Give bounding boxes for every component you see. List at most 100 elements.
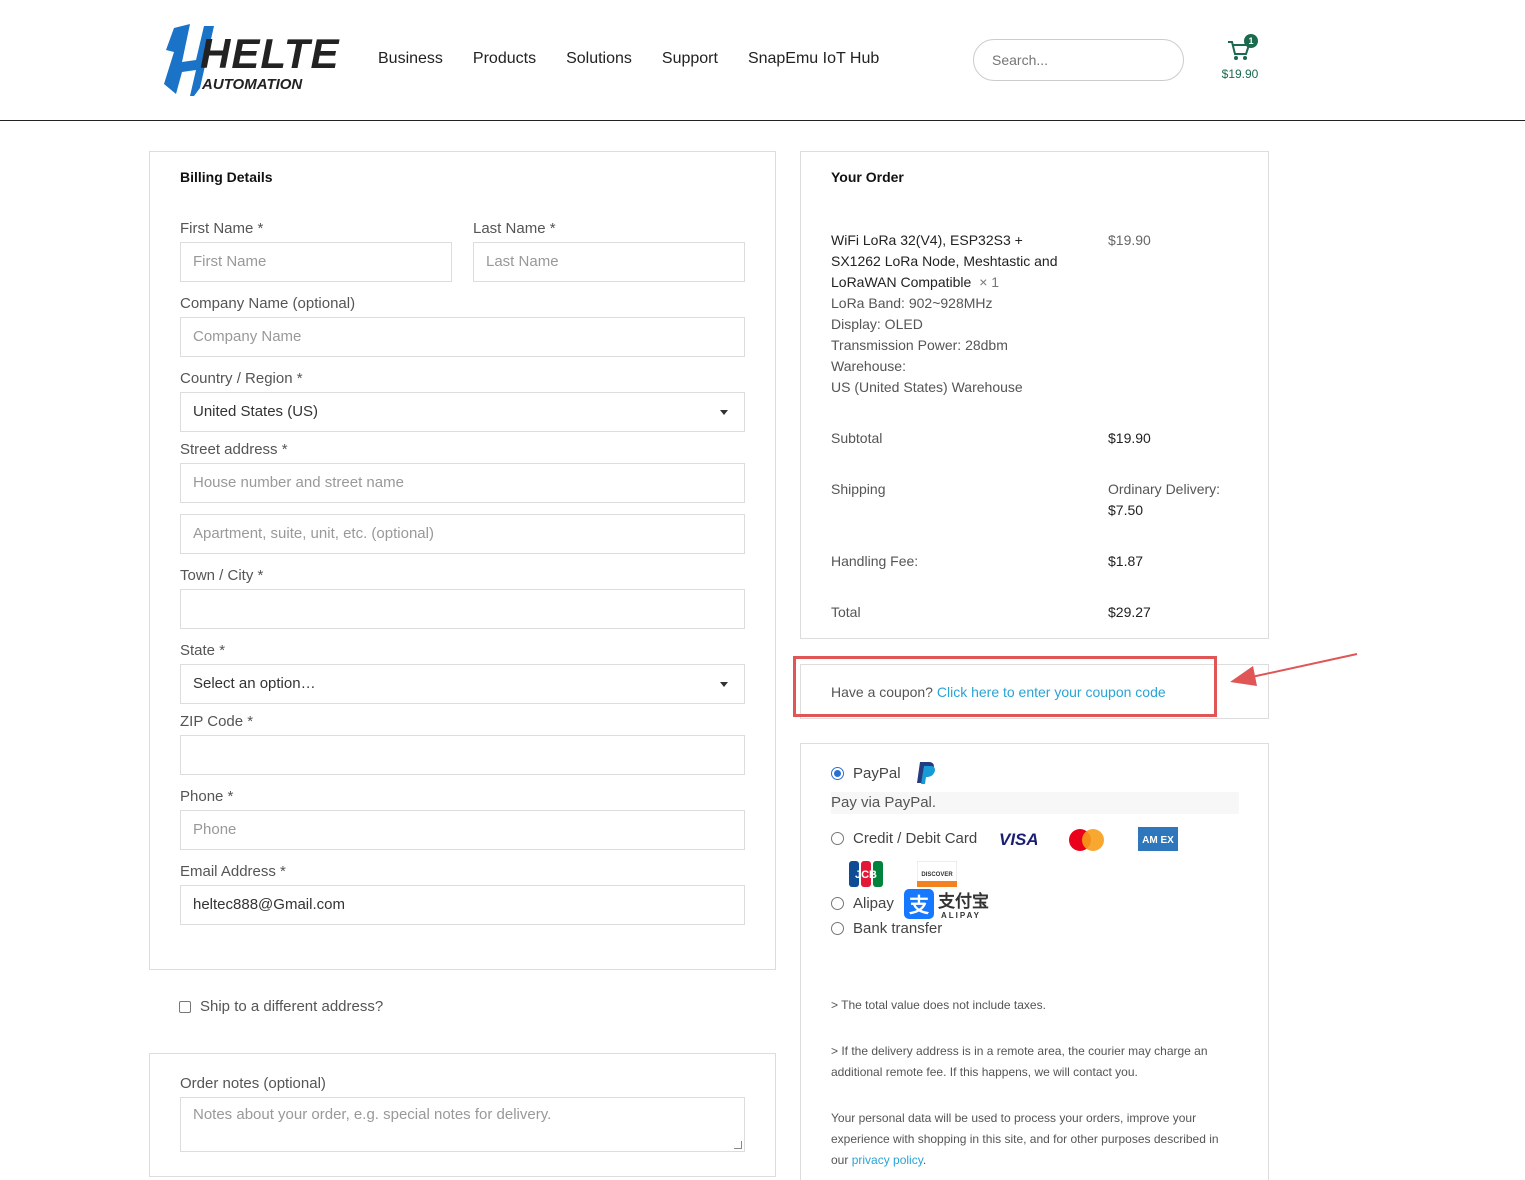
handling-fee-label: Handling Fee: bbox=[831, 553, 919, 569]
order-notes-panel: Order notes (optional) Notes about your … bbox=[149, 1053, 776, 1177]
discover-icon: DISCOVER bbox=[917, 861, 957, 887]
annotation-arrow-icon bbox=[1230, 653, 1358, 686]
product-price: $19.90 bbox=[1108, 232, 1151, 248]
handling-fee-value: $1.87 bbox=[1108, 553, 1144, 569]
logo-text-bottom: AUTOMATION bbox=[201, 76, 303, 93]
nav-business[interactable]: Business bbox=[378, 50, 443, 68]
nav-products[interactable]: Products bbox=[473, 50, 536, 68]
attr-warehouse-label: Warehouse: bbox=[831, 358, 906, 374]
nav-snapemu[interactable]: SnapEmu IoT Hub bbox=[748, 50, 879, 68]
amex-text: AM EX bbox=[1142, 835, 1174, 846]
radio-paypal[interactable] bbox=[831, 766, 844, 780]
state-value: Select an option… bbox=[193, 675, 316, 692]
subtotal-label: Subtotal bbox=[831, 430, 883, 446]
shipping-label: Shipping bbox=[831, 481, 886, 497]
attr-lora-band: LoRa Band: 902~928MHz bbox=[831, 295, 993, 311]
privacy-policy-link[interactable]: privacy policy bbox=[852, 1153, 923, 1167]
radio-bank-transfer[interactable] bbox=[831, 922, 844, 935]
shipping-value: $7.50 bbox=[1108, 502, 1144, 518]
total-value: $29.27 bbox=[1108, 604, 1151, 620]
first-name-field[interactable]: First Name bbox=[180, 242, 452, 282]
jcb-icon: JCB bbox=[849, 861, 883, 887]
payment-option-alipay[interactable]: Alipay bbox=[831, 895, 894, 912]
payment-panel: PayPal Pay via PayPal. Credit / Debit Ca… bbox=[800, 743, 1269, 1180]
ship-different-label: Ship to a different address? bbox=[200, 998, 384, 1015]
shipping-method: Ordinary Delivery: bbox=[1108, 481, 1221, 497]
product-name[interactable]: WiFi LoRa 32(V4), ESP32S3 + SX1262 LoRa … bbox=[831, 230, 1061, 293]
your-order-panel: Your Order WiFi LoRa 32(V4), ESP32S3 + S… bbox=[800, 151, 1269, 639]
last-name-label: Last Name * bbox=[473, 220, 556, 237]
country-label: Country / Region * bbox=[180, 370, 303, 387]
privacy-note: Your personal data will be used to proce… bbox=[831, 1108, 1231, 1171]
country-value: United States (US) bbox=[193, 403, 319, 420]
street-field[interactable]: House number and street name bbox=[180, 463, 745, 503]
mastercard-icon bbox=[1069, 829, 1104, 851]
street-label: Street address * bbox=[180, 441, 288, 458]
chevron-down-icon bbox=[720, 682, 728, 687]
payment-option-card[interactable]: Credit / Debit Card bbox=[831, 830, 977, 847]
jcb-text: JCB bbox=[855, 869, 877, 881]
apartment-field[interactable]: Apartment, suite, unit, etc. (optional) bbox=[180, 514, 745, 554]
alipay-cn-text: 支付宝 bbox=[938, 891, 989, 912]
discover-text: DISCOVER bbox=[921, 872, 953, 878]
country-select[interactable]: United States (US) bbox=[180, 392, 745, 432]
cart-count-badge: 1 bbox=[1244, 34, 1258, 48]
payment-option-paypal[interactable]: PayPal bbox=[831, 761, 937, 785]
billing-details-panel: Billing Details First Name * First Name … bbox=[149, 151, 776, 970]
city-field[interactable] bbox=[180, 589, 745, 629]
chevron-down-icon bbox=[720, 410, 728, 415]
radio-alipay[interactable] bbox=[831, 897, 844, 910]
main-nav: Business Products Solutions Support Snap… bbox=[378, 50, 909, 68]
phone-field[interactable]: Phone bbox=[180, 810, 745, 850]
tax-note: > The total value does not include taxes… bbox=[831, 998, 1046, 1012]
radio-card[interactable] bbox=[831, 832, 844, 845]
email-label: Email Address * bbox=[180, 863, 286, 880]
attr-warehouse-value: US (United States) Warehouse bbox=[831, 379, 1023, 395]
nav-support[interactable]: Support bbox=[662, 50, 718, 68]
cart-button[interactable]: 1 $19.90 bbox=[1218, 34, 1262, 84]
order-notes-textarea[interactable]: Notes about your order, e.g. special not… bbox=[180, 1097, 745, 1152]
last-name-field[interactable]: Last Name bbox=[473, 242, 745, 282]
remote-area-note: > If the delivery address is in a remote… bbox=[831, 1044, 1208, 1079]
visa-text: VISA bbox=[999, 830, 1037, 849]
attr-display: Display: OLED bbox=[831, 316, 923, 332]
nav-solutions[interactable]: Solutions bbox=[566, 50, 632, 68]
search-input[interactable] bbox=[973, 39, 1184, 81]
first-name-label: First Name * bbox=[180, 220, 264, 237]
site-header: HELTEC AUTOMATION Business Products Solu… bbox=[0, 0, 1525, 121]
paypal-icon bbox=[916, 762, 935, 784]
heltec-logo[interactable]: HELTEC AUTOMATION bbox=[160, 22, 340, 98]
alipay-label: Alipay bbox=[853, 895, 894, 912]
bank-transfer-label: Bank transfer bbox=[853, 920, 943, 937]
product-qty: × 1 bbox=[979, 274, 1000, 290]
checkbox[interactable] bbox=[179, 1000, 191, 1013]
total-label: Total bbox=[831, 604, 861, 620]
company-field[interactable]: Company Name bbox=[180, 317, 745, 357]
state-select[interactable]: Select an option… bbox=[180, 664, 745, 704]
phone-label: Phone * bbox=[180, 788, 234, 805]
privacy-end: . bbox=[922, 1153, 927, 1167]
zip-label: ZIP Code * bbox=[180, 713, 254, 730]
product-title: WiFi LoRa 32(V4), ESP32S3 + SX1262 LoRa … bbox=[831, 232, 1058, 290]
order-notes-placeholder: Notes about your order, e.g. special not… bbox=[193, 1106, 552, 1123]
paypal-description: Pay via PayPal. bbox=[831, 792, 1239, 814]
zip-field[interactable] bbox=[180, 735, 745, 775]
order-notes-label: Order notes (optional) bbox=[180, 1075, 326, 1092]
cart-total: $19.90 bbox=[1221, 67, 1259, 81]
company-label: Company Name (optional) bbox=[180, 295, 356, 312]
svg-text:支: 支 bbox=[909, 893, 930, 917]
annotation-highlight-box bbox=[793, 656, 1217, 717]
payment-option-bank[interactable]: Bank transfer bbox=[831, 920, 942, 937]
order-title: Your Order bbox=[831, 169, 904, 185]
resize-handle-icon[interactable] bbox=[734, 1141, 742, 1149]
billing-title: Billing Details bbox=[180, 169, 273, 185]
email-field[interactable]: heltec888@Gmail.com bbox=[180, 885, 745, 925]
paypal-label: PayPal bbox=[853, 764, 901, 782]
amex-icon: AM EX bbox=[1138, 827, 1178, 851]
attr-transmission-power: Transmission Power: 28dbm bbox=[831, 337, 1008, 353]
state-label: State * bbox=[180, 642, 226, 659]
alipay-en-text: ALIPAY bbox=[941, 911, 981, 920]
city-label: Town / City * bbox=[180, 567, 264, 584]
ship-different-checkbox[interactable]: Ship to a different address? bbox=[179, 998, 383, 1015]
visa-icon: VISA bbox=[999, 830, 1037, 849]
